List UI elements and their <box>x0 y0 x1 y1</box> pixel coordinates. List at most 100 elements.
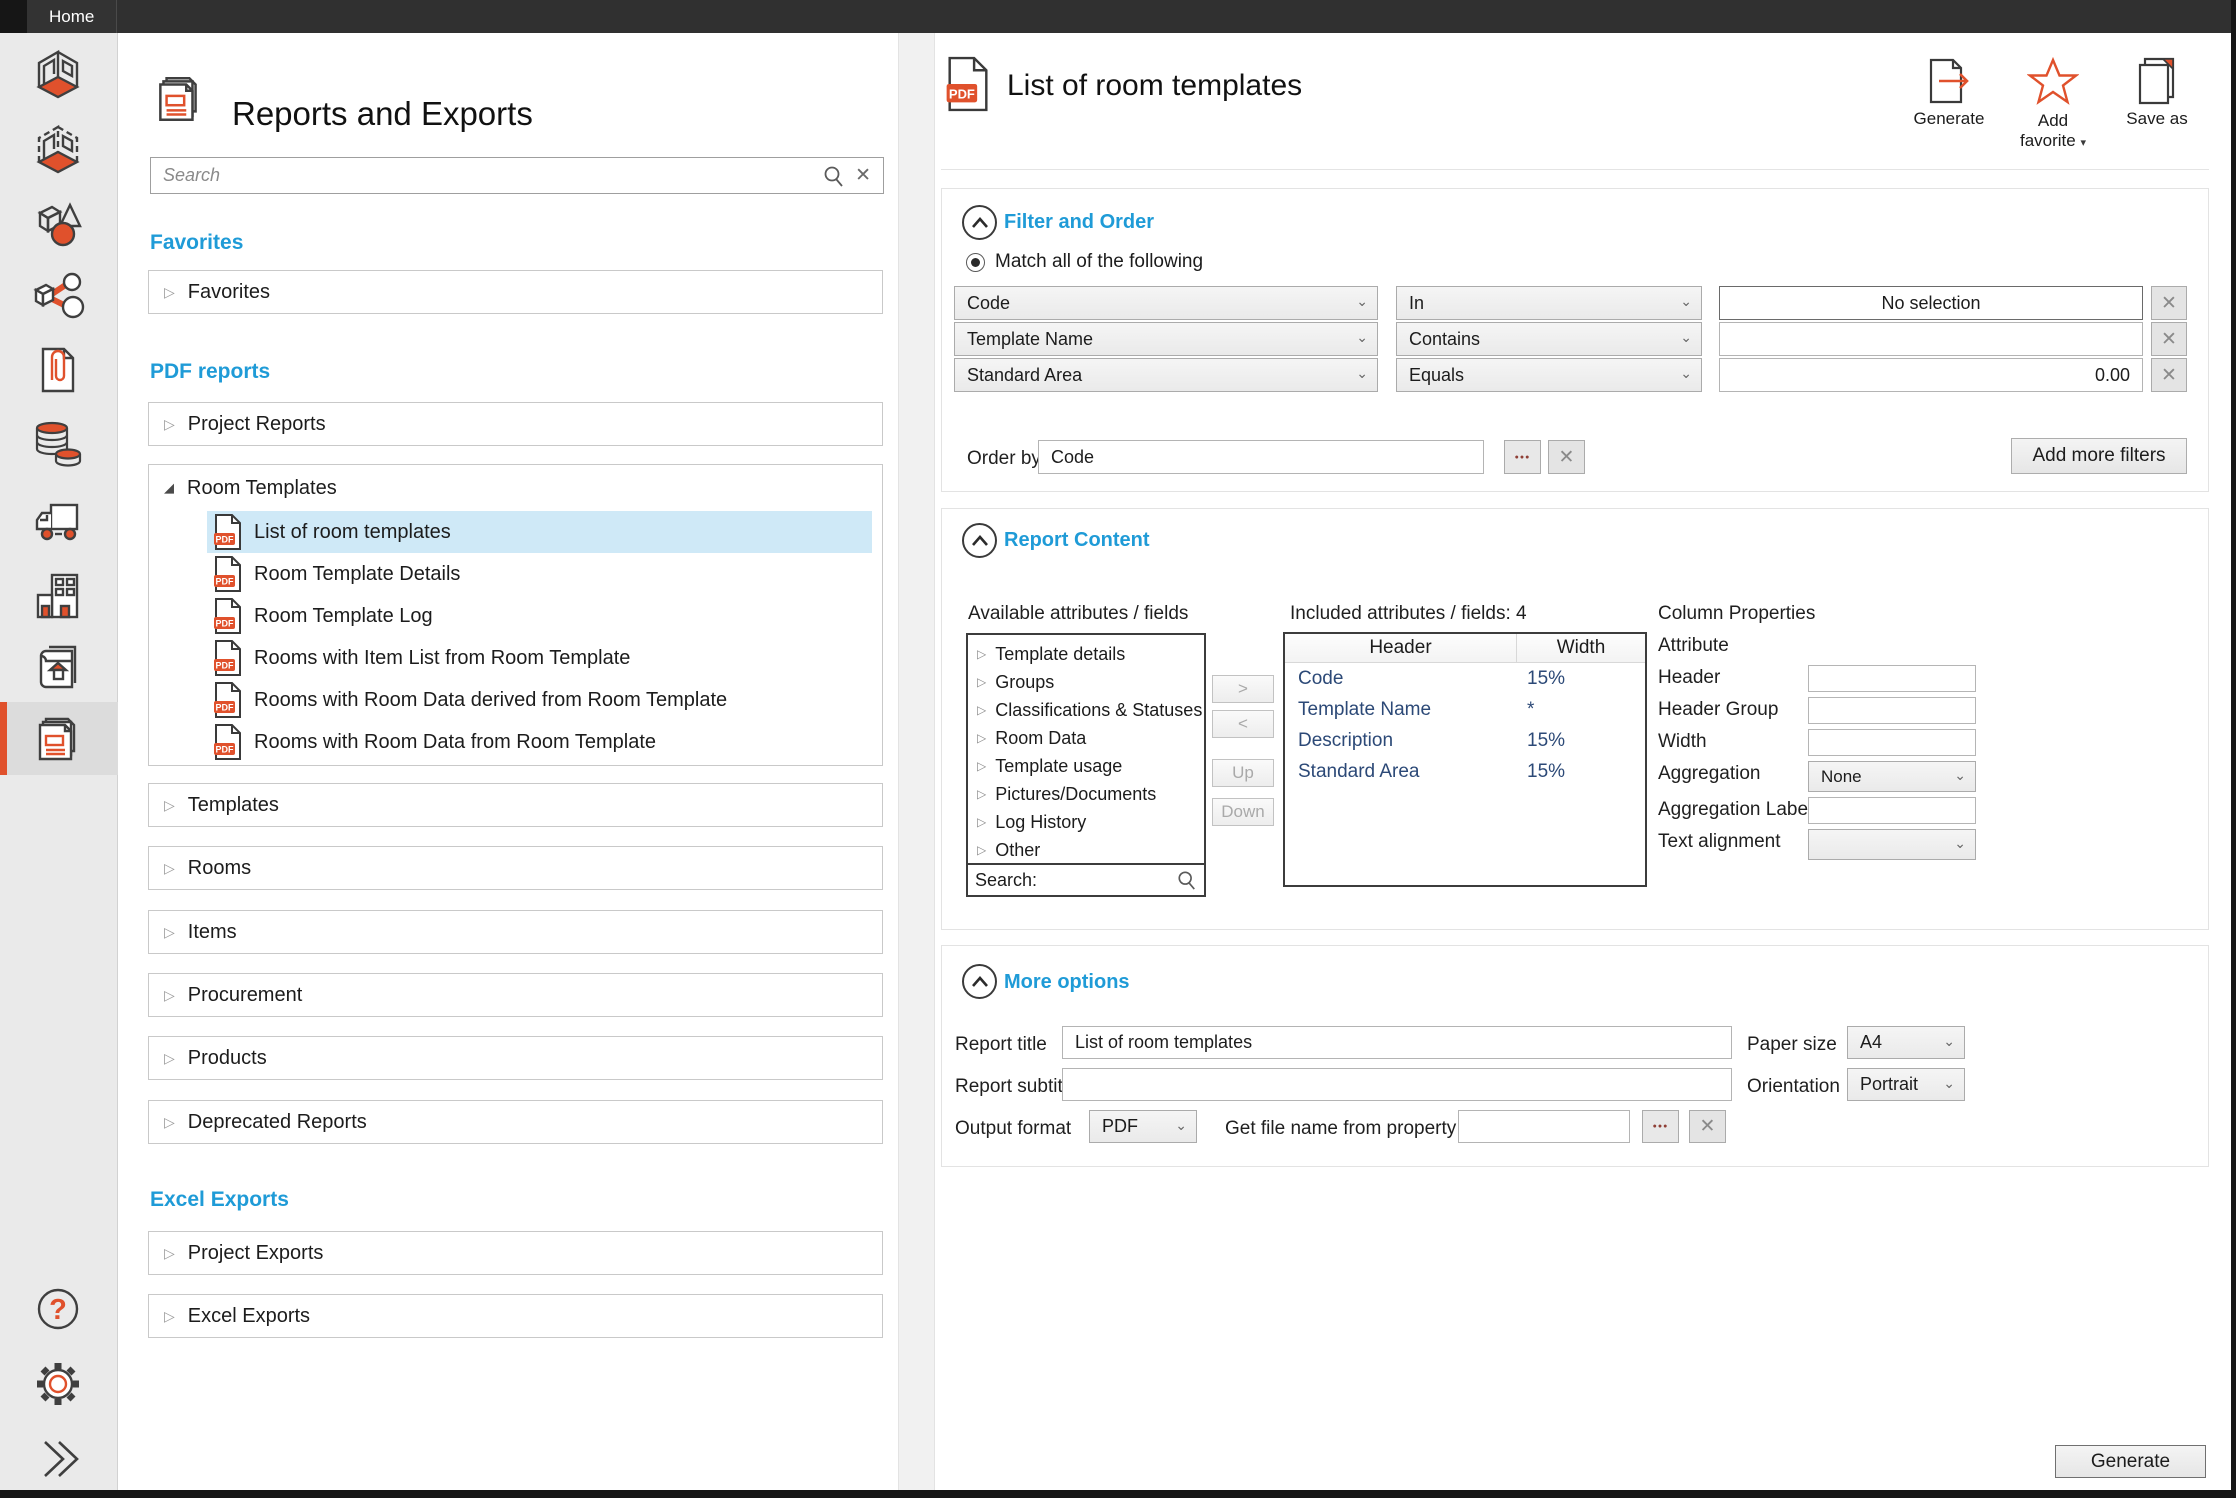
add-favorite-button[interactable]: Add favorite ▾ <box>2009 57 2097 150</box>
chevron-right-icon[interactable]: ▷ <box>164 924 175 941</box>
radio-selected-icon[interactable] <box>966 253 985 272</box>
chevron-right-icon[interactable]: ▷ <box>977 843 986 857</box>
move-right-button[interactable]: > <box>1212 675 1274 703</box>
tree-item-rooms-with-item-list[interactable]: PDF Rooms with Item List from Room Templ… <box>207 637 882 679</box>
order-by-field[interactable] <box>1038 440 1484 474</box>
move-left-button[interactable]: < <box>1212 710 1274 738</box>
chevron-right-icon[interactable]: ▷ <box>977 647 986 661</box>
table-row[interactable]: Template Name* <box>1285 694 1645 725</box>
collapse-filter-section-button[interactable] <box>962 205 997 240</box>
rooms-icon[interactable] <box>29 43 87 101</box>
chevron-right-icon[interactable]: ▷ <box>977 759 986 773</box>
move-down-button[interactable]: Down <box>1212 798 1274 826</box>
reports-icon[interactable] <box>29 710 87 768</box>
finance-icon[interactable] <box>29 415 87 473</box>
header-field[interactable] <box>1808 665 1976 692</box>
tree-item-rooms-with-room-data-derived[interactable]: PDF Rooms with Room Data derived from Ro… <box>207 679 882 721</box>
text-alignment-dropdown[interactable]: ⌄ <box>1808 829 1976 860</box>
chevron-right-icon[interactable]: ▷ <box>164 860 175 877</box>
attr-group-template-details[interactable]: ▷Template details <box>968 640 1204 668</box>
chevron-expanded-icon[interactable]: ◢ <box>164 480 174 496</box>
remove-filter-button[interactable]: ✕ <box>2151 358 2187 392</box>
attr-group-template-usage[interactable]: ▷Template usage <box>968 752 1204 780</box>
move-up-button[interactable]: Up <box>1212 759 1274 787</box>
logistics-icon[interactable] <box>29 490 87 548</box>
filter-value-field[interactable] <box>1719 322 2143 356</box>
match-all-radio-row[interactable]: Match all of the following <box>966 251 1203 273</box>
paper-size-dropdown[interactable]: A4⌄ <box>1847 1026 1965 1059</box>
column-width[interactable]: Width <box>1517 634 1645 662</box>
attachments-icon[interactable] <box>29 341 87 399</box>
filter-attribute-dropdown[interactable]: Standard Area⌄ <box>954 358 1378 392</box>
chevron-right-icon[interactable]: ▷ <box>164 1308 175 1325</box>
save-as-button[interactable]: Save as <box>2113 57 2201 150</box>
chevron-right-icon[interactable]: ▷ <box>977 731 986 745</box>
search-input[interactable] <box>163 165 813 186</box>
clear-search-icon[interactable]: ✕ <box>855 164 871 187</box>
header-group-field[interactable] <box>1808 697 1976 724</box>
products-icon[interactable] <box>29 638 87 696</box>
remove-filter-button[interactable]: ✕ <box>2151 322 2187 356</box>
derived-items-icon[interactable] <box>29 267 87 325</box>
aggregation-dropdown[interactable]: None⌄ <box>1808 761 1976 792</box>
help-icon[interactable]: ? <box>29 1280 87 1338</box>
filter-value-field[interactable] <box>1719 358 2143 392</box>
tree-item-room-template-details[interactable]: PDF Room Template Details <box>207 553 882 595</box>
generate-footer-button[interactable]: Generate <box>2055 1445 2206 1478</box>
table-row[interactable]: Code15% <box>1285 663 1645 694</box>
width-field[interactable] <box>1808 729 1976 756</box>
filter-operator-dropdown[interactable]: Contains⌄ <box>1396 322 1702 356</box>
order-by-browse-button[interactable]: ●●● <box>1504 440 1541 474</box>
group-excel-exports[interactable]: ▷ Excel Exports <box>148 1294 883 1338</box>
attr-group-room-data[interactable]: ▷Room Data <box>968 724 1204 752</box>
buildings-icon[interactable] <box>29 567 87 625</box>
chevron-right-icon[interactable]: ▷ <box>164 1245 175 1262</box>
collapse-options-section-button[interactable] <box>962 964 997 999</box>
chevron-right-icon[interactable]: ▷ <box>164 1114 175 1131</box>
group-items[interactable]: ▷ Items <box>148 910 883 954</box>
filter-operator-dropdown[interactable]: Equals⌄ <box>1396 358 1702 392</box>
room-templates-icon[interactable] <box>29 118 87 176</box>
group-favorites[interactable]: ▷ Favorites <box>148 270 883 314</box>
filter-value-field[interactable] <box>1719 286 2143 320</box>
report-subtitle-field[interactable] <box>1062 1068 1732 1101</box>
filter-attribute-dropdown[interactable]: Template Name⌄ <box>954 322 1378 356</box>
group-procurement[interactable]: ▷ Procurement <box>148 973 883 1017</box>
table-row[interactable]: Standard Area15% <box>1285 756 1645 787</box>
tree-item-room-template-log[interactable]: PDF Room Template Log <box>207 595 882 637</box>
file-name-browse-button[interactable]: ●●● <box>1642 1110 1679 1143</box>
group-project-reports[interactable]: ▷ Project Reports <box>148 402 883 446</box>
remove-filter-button[interactable]: ✕ <box>2151 286 2187 320</box>
tree-item-rooms-with-room-data[interactable]: PDF Rooms with Room Data from Room Templ… <box>207 721 882 763</box>
add-more-filters-button[interactable]: Add more filters <box>2011 438 2187 474</box>
aggregation-label-field[interactable] <box>1808 797 1976 824</box>
filter-attribute-dropdown[interactable]: Code⌄ <box>954 286 1378 320</box>
attributes-search-row[interactable]: Search: <box>968 863 1204 895</box>
items-icon[interactable] <box>29 192 87 250</box>
tree-item-list-of-room-templates[interactable]: PDF List of room templates <box>207 511 872 553</box>
group-deprecated-reports[interactable]: ▷ Deprecated Reports <box>148 1100 883 1144</box>
clear-file-name-button[interactable]: ✕ <box>1689 1110 1726 1143</box>
group-project-exports[interactable]: ▷ Project Exports <box>148 1231 883 1275</box>
chevron-right-icon[interactable]: ▷ <box>164 797 175 814</box>
chevron-right-icon[interactable]: ▷ <box>164 284 175 301</box>
chevron-right-icon[interactable]: ▷ <box>977 787 986 801</box>
home-menu[interactable]: Home <box>27 0 117 33</box>
settings-icon[interactable] <box>29 1355 87 1413</box>
chevron-right-icon[interactable]: ▷ <box>164 1050 175 1067</box>
filter-operator-dropdown[interactable]: In⌄ <box>1396 286 1702 320</box>
file-name-property-field[interactable] <box>1458 1110 1630 1143</box>
chevron-right-icon[interactable]: ▷ <box>977 703 986 717</box>
attr-group-other[interactable]: ▷Other <box>968 836 1204 864</box>
generate-button[interactable]: Generate <box>1905 57 1993 150</box>
chevron-right-icon[interactable]: ▷ <box>977 675 986 689</box>
group-products[interactable]: ▷ Products <box>148 1036 883 1080</box>
report-title-field[interactable] <box>1062 1026 1732 1059</box>
chevron-right-icon[interactable]: ▷ <box>977 815 986 829</box>
attr-group-log-history[interactable]: ▷Log History <box>968 808 1204 836</box>
chevron-right-icon[interactable]: ▷ <box>164 987 175 1004</box>
clear-order-by-button[interactable]: ✕ <box>1548 440 1585 474</box>
collapse-sidebar-icon[interactable] <box>29 1430 87 1488</box>
orientation-dropdown[interactable]: Portrait⌄ <box>1847 1068 1965 1101</box>
group-room-templates-header[interactable]: ◢ Room Templates <box>149 465 882 511</box>
